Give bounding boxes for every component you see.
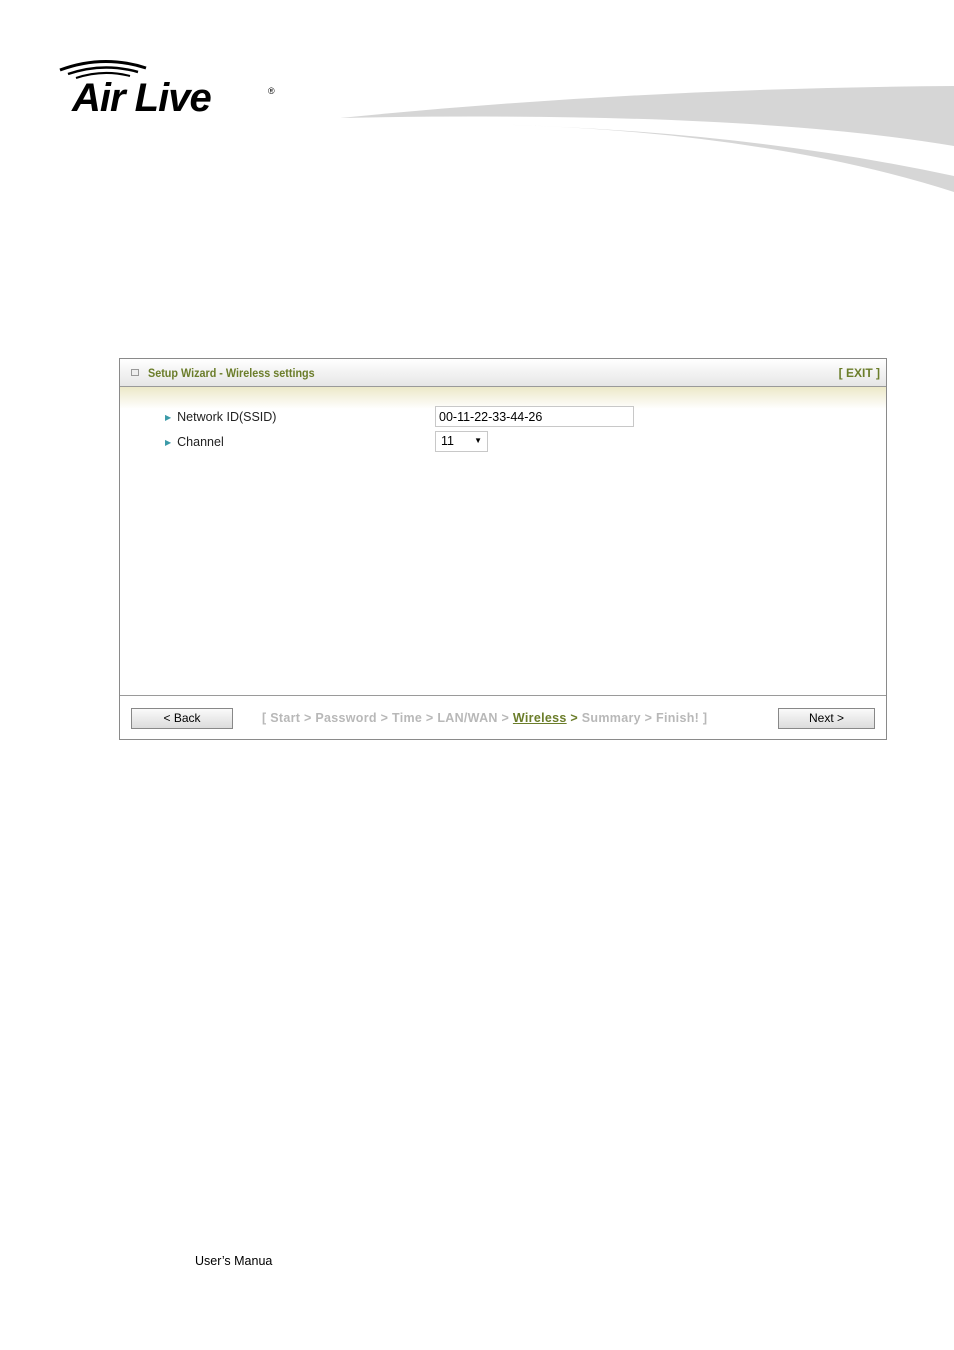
decorative-swoosh: [340, 86, 954, 192]
step-summary: Summary: [581, 711, 641, 725]
logo-text: Air Live: [72, 76, 212, 120]
step-lan-wan: LAN/WAN: [437, 711, 498, 725]
bullet-arrow-icon: ▶: [165, 413, 172, 422]
registered-mark: ®: [268, 86, 275, 96]
window-icon: [131, 369, 139, 376]
airlive-logo: Air Live ®: [58, 58, 283, 128]
channel-label-text: Channel: [177, 435, 224, 449]
ssid-input[interactable]: [435, 406, 634, 427]
channel-value: 11: [441, 434, 454, 448]
channel-select[interactable]: 11 ▼: [435, 431, 488, 452]
exit-link[interactable]: [ EXIT ]: [839, 366, 880, 380]
bullet-arrow-icon: ▶: [165, 438, 172, 447]
step-time: Time: [392, 711, 423, 725]
steps-close: ]: [702, 711, 708, 725]
step-password: Password: [315, 711, 377, 725]
steps-open: [: [262, 711, 267, 725]
ssid-label-text: Network ID(SSID): [177, 410, 277, 424]
setup-wizard-panel: Setup Wizard - Wireless settings [ EXIT …: [119, 358, 887, 740]
ssid-label: ▶ Network ID(SSID): [165, 410, 276, 424]
channel-label: ▶ Channel: [165, 435, 224, 449]
wizard-steps: [ Start > Password > Time > LAN/WAN > Wi…: [262, 711, 708, 725]
page-footer: User’s Manua: [195, 1254, 273, 1268]
panel-title: Setup Wizard - Wireless settings: [148, 366, 315, 380]
back-button[interactable]: < Back: [131, 708, 233, 729]
step-start: Start: [270, 711, 301, 725]
chevron-down-icon: ▼: [474, 436, 482, 445]
step-wireless-current: Wireless: [512, 711, 567, 725]
panel-header: Setup Wizard - Wireless settings [ EXIT …: [120, 359, 886, 387]
step-finish: Finish!: [656, 711, 700, 725]
panel-footer: < Back [ Start > Password > Time > LAN/W…: [120, 695, 886, 740]
next-button[interactable]: Next >: [778, 708, 875, 729]
